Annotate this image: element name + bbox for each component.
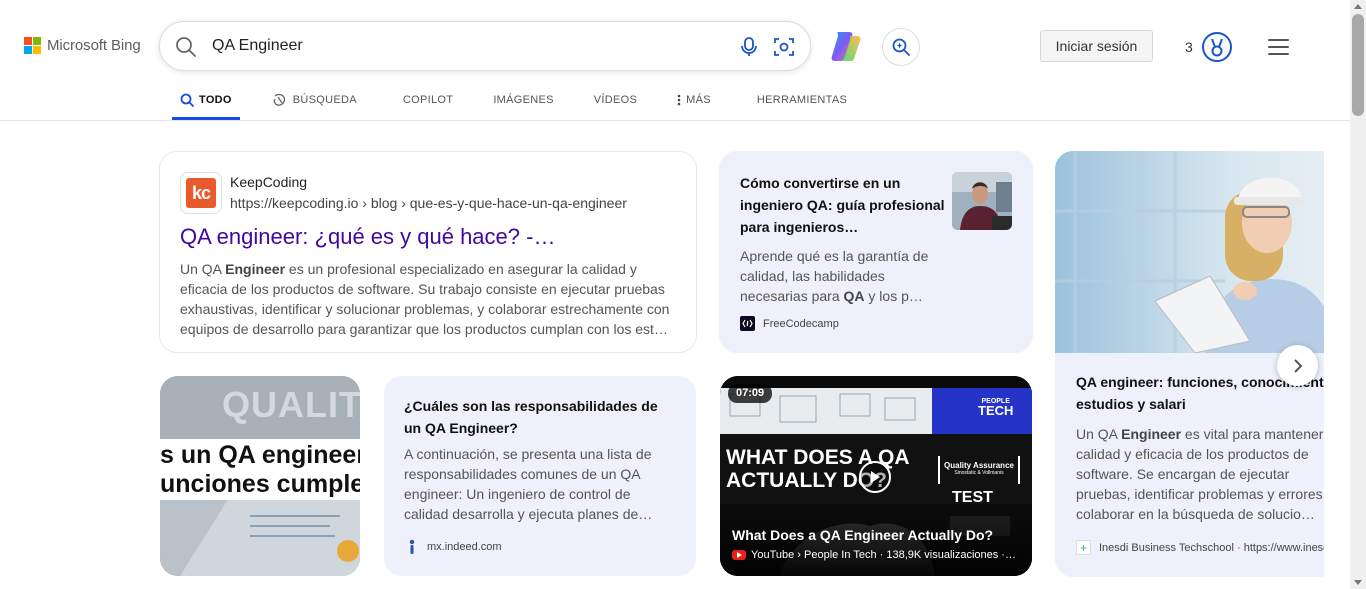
menu-icon[interactable]	[1268, 39, 1289, 60]
scroll-up-arrow-icon[interactable]	[1354, 4, 1362, 9]
card-snippet: A continuación, se presenta una lista de…	[404, 446, 653, 522]
search-box[interactable]: QA Engineer	[159, 21, 811, 71]
site-name: KeepCoding	[230, 174, 308, 190]
card-snippet: Un QA Engineer es vital para mantener la…	[1076, 426, 1339, 522]
video-duration: 07:09	[728, 384, 773, 403]
card-title[interactable]: Cómo convertirse en un ingeniero QA: guí…	[740, 172, 948, 238]
youtube-icon	[732, 550, 746, 560]
search-icon[interactable]	[175, 36, 197, 63]
deep-search-icon	[892, 38, 910, 56]
tab-herramientas[interactable]: HERRAMIENTAS	[749, 80, 855, 120]
indeed-icon	[404, 539, 419, 554]
logo-text: Microsoft Bing	[47, 37, 141, 54]
tab-copilot[interactable]: COPILOT	[395, 80, 461, 120]
result-card-keepcoding[interactable]: kc KeepCoding https://keepcoding.io › bl…	[159, 151, 697, 353]
more-dots-icon	[677, 94, 681, 106]
overlay-line-2: unciones cumple	[160, 468, 360, 500]
overlay-quality-text: QUALITY	[222, 384, 360, 425]
qa-box: Quality Assurance Sinostatic & Vollmanis	[938, 456, 1020, 484]
keepcoding-logo: kc	[180, 172, 222, 214]
result-title-link[interactable]: QA engineer: ¿qué es y qué hace? -…	[180, 224, 555, 250]
site-url[interactable]: https://keepcoding.io › blog › que-es-y-…	[230, 195, 627, 211]
freecodecamp-icon	[740, 316, 755, 331]
tab-imagenes[interactable]: IMÁGENES	[485, 80, 561, 120]
overlay-line-1: s un QA engineer	[160, 439, 360, 471]
video-card[interactable]: 07:09 PEOPLE TECH WHAT DOES A QA ACTUALL…	[720, 376, 1032, 576]
tab-busqueda[interactable]: BÚSQUEDA	[264, 80, 365, 120]
copilot-icon[interactable]	[828, 28, 864, 64]
carousel-next-button[interactable]	[1277, 345, 1318, 386]
chevron-right-icon	[1293, 358, 1302, 373]
image-card-quality[interactable]: QUALITY s un QA engineer unciones cumple	[160, 376, 360, 576]
search-input[interactable]: QA Engineer	[212, 37, 303, 55]
deep-search-button[interactable]	[882, 28, 920, 66]
play-button[interactable]	[859, 461, 891, 493]
card-snippet: Aprende qué es la garantía de calidad, l…	[740, 248, 929, 304]
busqueda-icon	[272, 93, 288, 107]
search-icon	[180, 93, 194, 107]
card-source[interactable]: FreeCodecamp	[740, 316, 839, 331]
engineer-woman-image	[1055, 151, 1345, 354]
person-thumbnail	[952, 172, 1012, 230]
tab-todo[interactable]: TODO	[172, 80, 240, 120]
scroll-down-arrow-icon[interactable]	[1354, 580, 1362, 585]
rewards-medal-icon[interactable]	[1201, 31, 1233, 68]
bing-logo[interactable]: Microsoft Bing	[24, 37, 141, 54]
viewport-edge	[1324, 121, 1350, 589]
scrollbar-thumb[interactable]	[1352, 14, 1364, 116]
play-icon	[871, 471, 880, 483]
test-label: TEST	[952, 489, 993, 506]
inesdi-plus-icon: +	[1076, 540, 1091, 555]
tab-videos[interactable]: VÍDEOS	[586, 80, 645, 120]
result-card-freecodecamp[interactable]: Cómo convertirse en un ingeniero QA: guí…	[719, 151, 1033, 353]
card-source[interactable]: + Inesdi Business Techschool · https://w…	[1076, 540, 1345, 555]
video-meta: YouTube › People In Tech · 138,9K visual…	[732, 549, 1016, 561]
tab-mas[interactable]: MÁS	[669, 80, 719, 120]
vertical-scrollbar[interactable]	[1350, 0, 1366, 589]
video-title[interactable]: What Does a QA Engineer Actually Do?	[732, 527, 993, 543]
card-source[interactable]: mx.indeed.com	[404, 539, 502, 554]
card-title[interactable]: ¿Cuáles son las responsabilidades de un …	[404, 395, 674, 439]
microsoft-logo-icon	[24, 37, 41, 54]
nav-tabs: TODO BÚSQUEDA COPILOT IMÁGENES VÍDEOS MÁ…	[172, 80, 879, 120]
rewards-points[interactable]: 3	[1185, 39, 1193, 55]
microphone-icon[interactable]	[738, 35, 760, 64]
people-tech-logo: PEOPLE TECH	[978, 398, 1014, 418]
result-card-indeed[interactable]: ¿Cuáles son las responsabilidades de un …	[384, 376, 696, 576]
signin-button[interactable]: Iniciar sesión	[1040, 30, 1153, 62]
result-snippet: Un QA Engineer es un profesional especia…	[180, 261, 670, 337]
visual-search-icon[interactable]	[772, 35, 796, 64]
header: Microsoft Bing QA Engineer Iniciar sesió…	[0, 0, 1350, 121]
video-title-gradient	[720, 516, 1032, 576]
